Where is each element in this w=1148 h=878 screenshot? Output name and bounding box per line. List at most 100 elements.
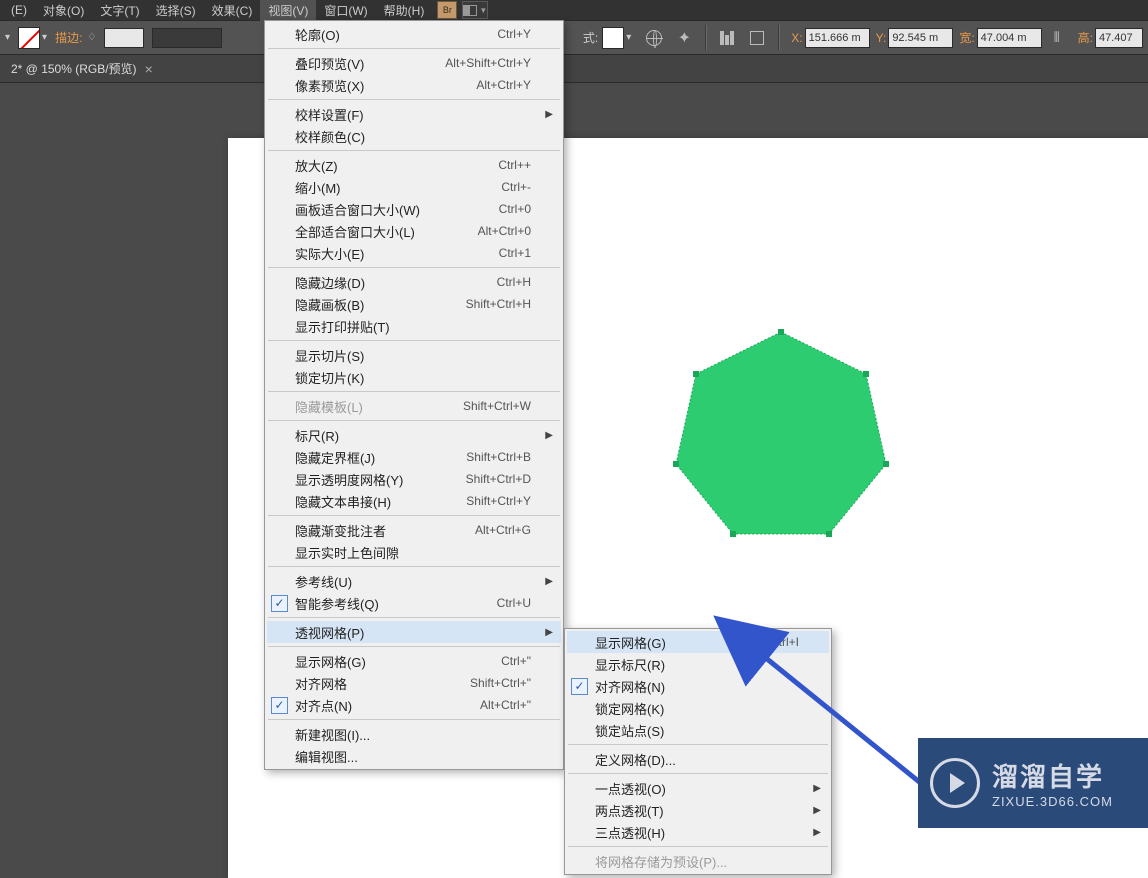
document-title: 2* @ 150% (RGB/预览) — [11, 60, 137, 77]
link-wh-icon[interactable]: ⦀ — [1044, 25, 1070, 51]
view-menu-item-40[interactable]: 新建视图(I)... — [267, 723, 561, 745]
view-dropdown-menu: 轮廓(O)Ctrl+Y 叠印预览(V)Alt+Shift+Ctrl+Y像素预览(X… — [264, 20, 564, 770]
view-menu-item-23[interactable]: 标尺(R)▶ — [267, 424, 561, 446]
perspective-menu-item-4[interactable]: 锁定站点(S) — [567, 719, 829, 741]
menu-item-shortcut: Shift+Ctrl+Y — [466, 494, 531, 508]
align-icon[interactable] — [714, 25, 740, 51]
stroke-style-input[interactable] — [152, 28, 222, 48]
menu-item-label: 定义网格(D)... — [595, 750, 799, 769]
submenu-arrow-icon: ▶ — [813, 827, 821, 838]
menu-item-label: 编辑视图... — [295, 747, 531, 766]
view-menu-item-10[interactable]: 画板适合窗口大小(W)Ctrl+0 — [267, 198, 561, 220]
screen-mode-icon[interactable]: ▼ — [462, 1, 488, 19]
check-icon: ✓ — [571, 678, 588, 695]
menu-item-label: 校样设置(F) — [295, 105, 531, 124]
menu-item-shortcut: Ctrl+Y — [497, 27, 531, 41]
w-label: 宽: — [959, 29, 974, 46]
perspective-menu-item-10[interactable]: 三点透视(H)▶ — [567, 821, 829, 843]
perspective-menu-item-1[interactable]: 显示标尺(R) — [567, 653, 829, 675]
menu-help[interactable]: 帮助(H) — [376, 0, 433, 21]
menu-object[interactable]: 对象(O) — [35, 0, 92, 21]
fill-swatch[interactable] — [18, 27, 40, 49]
view-menu-item-18[interactable]: 显示切片(S) — [267, 344, 561, 366]
menu-item-label: 实际大小(E) — [295, 244, 459, 263]
y-input[interactable] — [888, 28, 953, 48]
perspective-menu-item-8[interactable]: 一点透视(O)▶ — [567, 777, 829, 799]
view-menu-item-28[interactable]: 隐藏渐变批注者Alt+Ctrl+G — [267, 519, 561, 541]
view-menu-item-5[interactable]: 校样设置(F) ▶ — [267, 103, 561, 125]
view-menu-item-19[interactable]: 锁定切片(K) — [267, 366, 561, 388]
view-menu-item-16[interactable]: 显示打印拼贴(T) — [267, 315, 561, 337]
document-tab[interactable]: 2* @ 150% (RGB/预览) × — [5, 56, 163, 81]
view-menu-item-2[interactable]: 叠印预览(V)Alt+Shift+Ctrl+Y — [267, 52, 561, 74]
menu-item-label: 两点透视(T) — [595, 801, 799, 820]
globe-icon[interactable] — [641, 25, 667, 51]
recolor-icon[interactable]: ✦ — [671, 25, 697, 51]
menu-item-label: 隐藏边缘(D) — [295, 273, 457, 292]
view-menu-item-0[interactable]: 轮廓(O)Ctrl+Y — [267, 23, 561, 45]
view-menu-item-12[interactable]: 实际大小(E) Ctrl+1 — [267, 242, 561, 264]
heptagon-shape[interactable] — [671, 324, 891, 544]
shape-mode-icon[interactable] — [744, 25, 770, 51]
menu-item-label: 锁定站点(S) — [595, 721, 799, 740]
view-menu-item-32[interactable]: ✓智能参考线(Q)Ctrl+U — [267, 592, 561, 614]
x-label: X: — [791, 31, 802, 45]
menu-item-shortcut: Ctrl+0 — [499, 202, 531, 216]
play-icon — [930, 758, 980, 808]
menu-item-label: 全部适合窗口大小(L) — [295, 222, 438, 241]
menu-separator — [268, 566, 560, 567]
view-menu-item-24[interactable]: 隐藏定界框(J)Shift+Ctrl+B — [267, 446, 561, 468]
menu-edit[interactable]: (E) — [3, 1, 35, 19]
x-input[interactable] — [805, 28, 870, 48]
view-menu-item-37[interactable]: 对齐网格Shift+Ctrl+" — [267, 672, 561, 694]
perspective-menu-item-2[interactable]: ✓对齐网格(N) — [567, 675, 829, 697]
menu-text[interactable]: 文字(T) — [92, 0, 147, 21]
menu-view[interactable]: 视图(V) — [260, 0, 316, 21]
perspective-menu-item-6[interactable]: 定义网格(D)... — [567, 748, 829, 770]
view-menu-item-38[interactable]: ✓对齐点(N)Alt+Ctrl+" — [267, 694, 561, 716]
menu-item-shortcut: Shift+Ctrl+D — [466, 472, 531, 486]
view-menu-item-41[interactable]: 编辑视图... — [267, 745, 561, 767]
h-input[interactable] — [1095, 28, 1143, 48]
view-menu-item-36[interactable]: 显示网格(G)Ctrl+" — [267, 650, 561, 672]
bridge-icon[interactable]: Br — [437, 1, 457, 19]
menu-effect[interactable]: 效果(C) — [204, 0, 261, 21]
view-menu-item-34[interactable]: 透视网格(P)▶ — [267, 621, 561, 643]
view-menu-item-11[interactable]: 全部适合窗口大小(L)Alt+Ctrl+0 — [267, 220, 561, 242]
menu-item-label: 锁定切片(K) — [295, 368, 531, 387]
menu-item-label: 显示标尺(R) — [595, 655, 799, 674]
view-menu-item-31[interactable]: 参考线(U)▶ — [267, 570, 561, 592]
submenu-arrow-icon: ▶ — [545, 430, 553, 441]
perspective-menu-item-12: 将网格存储为预设(P)... — [567, 850, 829, 872]
menu-item-shortcut: Ctrl++ — [498, 158, 531, 172]
view-menu-item-8[interactable]: 放大(Z)Ctrl++ — [267, 154, 561, 176]
perspective-menu-item-0[interactable]: 显示网格(G)Shift+Ctrl+I — [567, 631, 829, 653]
menu-window[interactable]: 窗口(W) — [316, 0, 375, 21]
perspective-menu-item-3[interactable]: 锁定网格(K) — [567, 697, 829, 719]
menu-item-shortcut: Shift+Ctrl+I — [739, 635, 799, 649]
w-input[interactable] — [977, 28, 1042, 48]
submenu-arrow-icon: ▶ — [813, 805, 821, 816]
view-menu-item-26[interactable]: 隐藏文本串接(H)Shift+Ctrl+Y — [267, 490, 561, 512]
view-menu-item-15[interactable]: 隐藏画板(B)Shift+Ctrl+H — [267, 293, 561, 315]
menu-item-label: 隐藏模板(L) — [295, 397, 423, 416]
view-menu-item-29[interactable]: 显示实时上色间隙 — [267, 541, 561, 563]
menu-item-shortcut: Ctrl+1 — [499, 246, 531, 260]
menu-item-label: 一点透视(O) — [595, 779, 799, 798]
style-swatch[interactable] — [602, 27, 624, 49]
stroke-weight-input[interactable] — [104, 28, 144, 48]
menu-bar: (E) 对象(O) 文字(T) 选择(S) 效果(C) 视图(V) 窗口(W) … — [0, 0, 1148, 20]
menu-item-shortcut: Alt+Ctrl+Y — [476, 78, 531, 92]
menu-select[interactable]: 选择(S) — [148, 0, 204, 21]
menu-separator — [268, 515, 560, 516]
view-menu-item-25[interactable]: 显示透明度网格(Y)Shift+Ctrl+D — [267, 468, 561, 490]
view-menu-item-9[interactable]: 缩小(M)Ctrl+- — [267, 176, 561, 198]
menu-separator — [268, 420, 560, 421]
perspective-menu-item-9[interactable]: 两点透视(T) ▶ — [567, 799, 829, 821]
view-menu-item-6[interactable]: 校样颜色(C) — [267, 125, 561, 147]
view-menu-item-3[interactable]: 像素预览(X)Alt+Ctrl+Y — [267, 74, 561, 96]
submenu-arrow-icon: ▶ — [545, 109, 553, 120]
submenu-arrow-icon: ▶ — [545, 627, 553, 638]
view-menu-item-14[interactable]: 隐藏边缘(D)Ctrl+H — [267, 271, 561, 293]
close-tab-icon[interactable]: × — [145, 61, 153, 77]
